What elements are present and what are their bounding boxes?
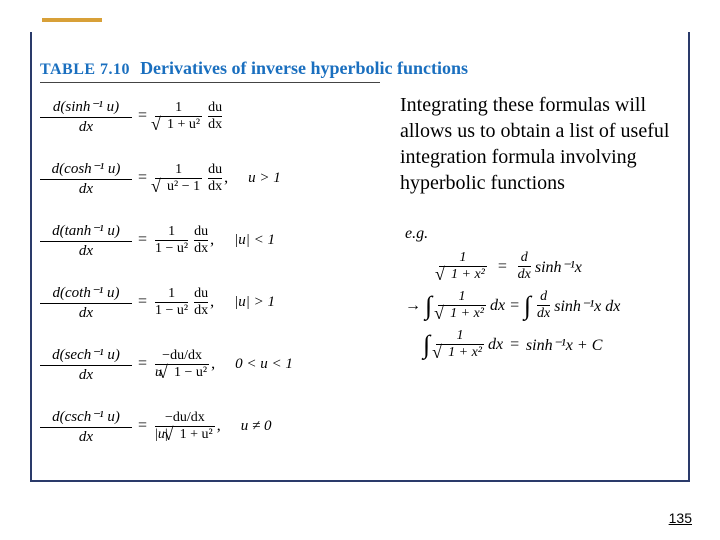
eg-d: d	[521, 251, 528, 265]
integral-icon: ∫	[425, 291, 432, 321]
eg-eq: =	[497, 258, 508, 276]
rhs-den: u² − 1	[165, 178, 202, 194]
comma: ,	[211, 355, 215, 373]
comma: ,	[210, 231, 214, 249]
eg-dx: dx	[537, 307, 550, 321]
rhs-num: 1	[168, 287, 175, 301]
lhs-num: d(coth⁻¹ u)	[53, 283, 120, 302]
du: du	[194, 287, 208, 301]
eg-den: 1 + x²	[448, 305, 486, 321]
lhs-den: dx	[79, 429, 93, 446]
comma: ,	[210, 293, 214, 311]
rhs-den: 1 − u²	[155, 242, 188, 256]
eg-d: d	[540, 290, 547, 304]
rhs-num: 1	[175, 101, 182, 115]
arrow-icon: →	[405, 297, 421, 315]
rhs-den: 1 + u²	[165, 116, 202, 132]
formula-row: d(csch⁻¹ u)dx = −du/dx|u|1 + u² , u ≠ 0	[40, 400, 395, 452]
dx: dx	[208, 118, 222, 132]
eg-dx: dx	[488, 336, 503, 354]
accent-bar	[42, 18, 102, 22]
rhs-den: 1 − u²	[172, 364, 209, 380]
table-title: Derivatives of inverse hyperbolic functi…	[140, 58, 468, 78]
page-number: 135	[669, 510, 692, 526]
header-rule	[40, 82, 380, 83]
equals: =	[138, 293, 147, 311]
equals: =	[138, 169, 147, 187]
condition: 0 < u < 1	[235, 356, 293, 373]
formula-row: d(tanh⁻¹ u) dx = 1 1 − u² du dx , |u| < 1	[40, 214, 395, 266]
table-header: TABLE 7.10 Derivatives of inverse hyperb…	[40, 58, 468, 79]
rhs-num: −du/dx	[165, 411, 205, 425]
formula-list: d(sinh⁻¹ u)dx = 11 + u² dudx d(cosh⁻¹ u)…	[40, 90, 395, 462]
lhs-den: dx	[79, 305, 93, 322]
formula-row: d(sech⁻¹ u)dx = −du/dxu1 − u² , 0 < u < …	[40, 338, 395, 390]
equals: =	[138, 231, 147, 249]
eg-eq: =	[509, 297, 520, 315]
eg-num: 1	[457, 329, 464, 343]
example-block: e.g. 11 + x² = ddx sinh⁻¹x → ∫ 11 + x² d…	[405, 225, 685, 368]
example-label: e.g.	[405, 225, 685, 243]
annotation-text: Integrating these formulas will allows u…	[400, 92, 685, 196]
equals: =	[138, 417, 147, 435]
eg-eq: =	[509, 336, 520, 354]
lhs-num: d(sinh⁻¹ u)	[53, 97, 119, 116]
rhs-den: 1 − u²	[155, 304, 188, 318]
lhs-num: d(cosh⁻¹ u)	[52, 159, 121, 178]
dx: dx	[194, 242, 208, 256]
dx: dx	[208, 180, 222, 194]
comma: ,	[224, 169, 228, 187]
integral-icon: ∫	[423, 330, 430, 360]
du: du	[208, 101, 222, 115]
integral-icon: ∫	[524, 291, 531, 321]
lhs-num: d(sech⁻¹ u)	[52, 345, 120, 364]
condition: |u| < 1	[234, 232, 275, 249]
rhs-num: 1	[175, 163, 182, 177]
eg-rhs: sinh⁻¹x	[535, 257, 582, 277]
rhs-num: 1	[168, 225, 175, 239]
formula-row: d(coth⁻¹ u) dx = 1 1 − u² du dx , |u| > 1	[40, 276, 395, 328]
lhs-num: d(csch⁻¹ u)	[52, 407, 120, 426]
eg-dx: dx	[490, 297, 505, 315]
condition: u > 1	[248, 170, 281, 187]
table-label: TABLE 7.10	[40, 61, 130, 78]
eg-rhs: sinh⁻¹x dx	[554, 296, 620, 316]
du: du	[194, 225, 208, 239]
lhs-den: dx	[79, 119, 93, 136]
lhs-den: dx	[79, 367, 93, 384]
formula-row: d(sinh⁻¹ u) dx = 11 + u² du dx	[40, 90, 395, 142]
lhs-num: d(tanh⁻¹ u)	[52, 221, 120, 240]
eg-den: 1 + x²	[449, 266, 487, 282]
du: du	[208, 163, 222, 177]
rhs-num: −du/dx	[162, 349, 202, 363]
lhs-den: dx	[79, 243, 93, 260]
eg-num: 1	[459, 251, 466, 265]
eg-num: 1	[459, 290, 466, 304]
equals: =	[138, 355, 147, 373]
condition: |u| > 1	[234, 294, 275, 311]
lhs-den: dx	[79, 181, 93, 198]
condition: u ≠ 0	[241, 418, 272, 435]
formula-row: d(cosh⁻¹ u) dx = 1u² − 1 du dx , u > 1	[40, 152, 395, 204]
equals: =	[138, 107, 147, 125]
eg-dx: dx	[518, 268, 531, 282]
eg-rhs: sinh⁻¹x + C	[526, 335, 602, 355]
eg-den: 1 + x²	[446, 344, 484, 360]
comma: ,	[217, 417, 221, 435]
dx: dx	[194, 304, 208, 318]
rhs-den: 1 + u²	[178, 426, 215, 442]
